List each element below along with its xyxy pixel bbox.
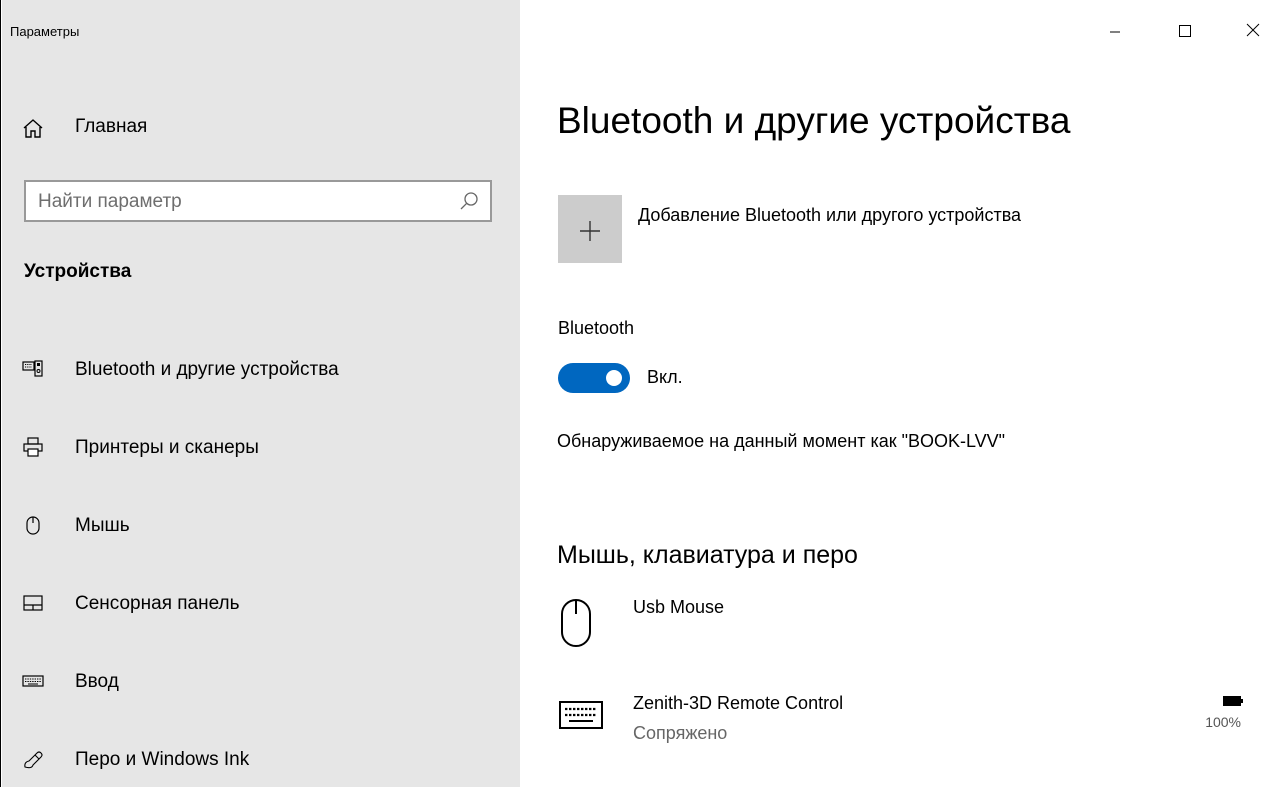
device-name: Usb Mouse	[633, 597, 725, 617]
device-item[interactable]: Zenith-3D Remote Control Сопряжено 100%	[557, 690, 1257, 750]
sidebar-item-label: Перо и Windows Ink	[75, 749, 250, 770]
sidebar-section-heading: Устройства	[24, 261, 132, 282]
section-heading: Мышь, клавиатура и перо	[557, 541, 858, 569]
add-device-label[interactable]: Добавление Bluetooth или другого устройс…	[638, 205, 1021, 226]
add-device-button[interactable]	[558, 195, 622, 263]
toggle-state-label: Вкл.	[647, 367, 683, 387]
maximize-icon	[1179, 25, 1191, 37]
device-item[interactable]: Usb Mouse	[557, 594, 1257, 654]
sidebar-item-bluetooth[interactable]: Bluetooth и другие устройства	[2, 348, 520, 394]
close-button[interactable]	[1231, 14, 1274, 46]
keyboard-icon	[22, 670, 44, 692]
sidebar-item-printers[interactable]: Принтеры и сканеры	[2, 426, 520, 472]
pen-icon	[22, 748, 44, 770]
printer-icon	[22, 436, 44, 458]
window-title: Параметры	[10, 24, 80, 39]
sidebar-item-home[interactable]: Главная	[2, 108, 520, 144]
sidebar-item-typing[interactable]: Ввод	[2, 660, 520, 706]
mouse-icon	[22, 514, 44, 536]
device-status: Сопряжено	[633, 723, 728, 743]
search-input[interactable]	[36, 189, 440, 215]
plus-icon	[580, 221, 600, 241]
maximize-button[interactable]	[1163, 14, 1207, 46]
home-icon	[22, 118, 44, 145]
bluetooth-toggle[interactable]	[558, 363, 630, 393]
keyboard-icon	[557, 690, 607, 740]
bluetooth-label: Bluetooth	[558, 318, 635, 338]
touchpad-icon	[22, 592, 44, 614]
sidebar-item-label: Сенсорная панель	[75, 593, 240, 614]
minimize-button[interactable]	[1093, 14, 1137, 46]
sidebar-item-label: Принтеры и сканеры	[75, 437, 259, 458]
battery-icon	[1223, 696, 1243, 706]
close-icon	[1246, 23, 1260, 37]
page-title: Bluetooth и другие устройства	[557, 100, 1071, 141]
sidebar-item-pen[interactable]: Перо и Windows Ink	[2, 738, 520, 784]
device-name: Zenith-3D Remote Control	[633, 693, 844, 713]
minimize-icon	[1110, 31, 1120, 33]
battery-indicator: 100%	[1197, 690, 1257, 740]
search-box[interactable]	[24, 180, 492, 222]
sidebar-item-label: Главная	[75, 116, 148, 137]
sidebar-item-label: Bluetooth и другие устройства	[75, 359, 339, 380]
discoverable-text: Обнаруживаемое на данный момент как "BOO…	[557, 431, 1006, 451]
toggle-knob	[606, 370, 622, 386]
settings-window: Параметры Главная Устройства	[0, 0, 1274, 787]
bluetooth-devices-icon	[22, 358, 44, 380]
sidebar-item-label: Ввод	[75, 671, 119, 692]
battery-percentage: 100%	[1205, 714, 1241, 730]
mouse-icon	[557, 594, 607, 647]
sidebar-item-touchpad[interactable]: Сенсорная панель	[2, 582, 520, 628]
sidebar-item-label: Мышь	[75, 515, 130, 536]
sidebar: Параметры Главная Устройства	[2, 0, 520, 787]
search-icon[interactable]	[458, 191, 480, 213]
sidebar-item-mouse[interactable]: Мышь	[2, 504, 520, 550]
